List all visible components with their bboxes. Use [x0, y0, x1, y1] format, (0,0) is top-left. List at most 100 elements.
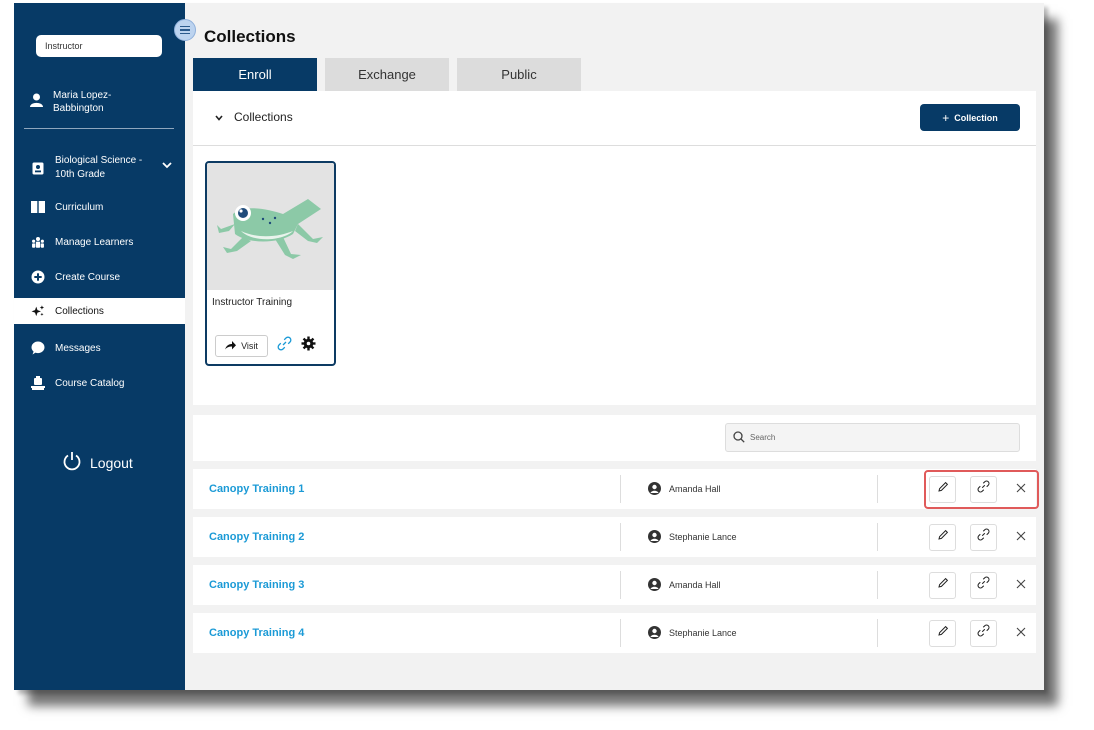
collection-name-link[interactable]: Canopy Training 4	[209, 627, 304, 639]
search-input[interactable]: Search	[725, 423, 1020, 452]
collections-panel: Collections + Collection Instructor Trai…	[193, 91, 1036, 405]
app-window: Instructor Maria Lopez- Babbington Biolo…	[14, 3, 1044, 690]
sidebar-item-create-course[interactable]: Create Course	[14, 267, 185, 287]
sidebar-item-label: Manage Learners	[55, 236, 134, 248]
edit-button[interactable]	[929, 571, 956, 599]
add-collection-label: Collection	[954, 112, 998, 123]
chevron-down-icon	[215, 110, 223, 124]
user-profile[interactable]: Maria Lopez- Babbington	[30, 89, 111, 115]
column-divider	[877, 619, 878, 647]
user-icon	[30, 93, 43, 111]
link-icon[interactable]	[277, 336, 292, 356]
sidebar-item-label: Create Course	[55, 271, 121, 283]
logout-button[interactable]: Logout	[62, 451, 133, 474]
sidebar-item-label: Collections	[55, 305, 104, 317]
collection-name-link[interactable]: Canopy Training 3	[209, 579, 304, 591]
owner-name: Stephanie Lance	[669, 532, 737, 542]
tab-exchange[interactable]: Exchange	[325, 58, 449, 91]
column-divider	[877, 571, 878, 599]
edit-button[interactable]	[929, 523, 956, 551]
chat-bubble-icon	[31, 341, 45, 355]
course-selector[interactable]: Biological Science - 10th Grade	[14, 153, 185, 183]
close-icon	[1016, 576, 1026, 594]
column-divider	[877, 523, 878, 551]
owner: Amanda Hall	[648, 481, 721, 497]
logout-label: Logout	[90, 454, 133, 471]
plus-icon: +	[942, 110, 950, 125]
pencil-icon	[937, 576, 949, 594]
book-icon	[31, 200, 45, 214]
close-icon	[1016, 624, 1026, 642]
users-icon	[31, 235, 45, 249]
sidebar-item-manage-learners[interactable]: Manage Learners	[14, 232, 185, 252]
user-name-line-1: Maria Lopez-	[53, 90, 112, 101]
sidebar-item-label: Curriculum	[55, 201, 104, 213]
link-icon	[977, 576, 990, 594]
sidebar-item-course-catalog[interactable]: Course Catalog	[14, 373, 185, 393]
gear-icon[interactable]	[301, 336, 316, 356]
menu-icon-bar	[180, 32, 190, 35]
copy-link-button[interactable]	[970, 571, 997, 599]
role-select[interactable]: Instructor	[36, 35, 162, 57]
sidebar-item-curriculum[interactable]: Curriculum	[14, 197, 185, 217]
section-label: Collections	[234, 110, 293, 124]
frog-image	[207, 163, 334, 290]
tab-enroll[interactable]: Enroll	[193, 58, 317, 91]
user-circle-icon	[648, 577, 661, 593]
delete-button[interactable]	[1011, 523, 1031, 551]
sidebar-toggle-button[interactable]	[174, 19, 196, 41]
link-icon	[977, 624, 990, 642]
main-content: Collections Enroll Exchange Public Colle…	[185, 3, 1044, 690]
user-circle-icon	[648, 625, 661, 641]
collection-card[interactable]: Instructor Training Visit	[205, 161, 336, 366]
pencil-icon	[937, 624, 949, 642]
owner-name: Stephanie Lance	[669, 628, 737, 638]
search-bar: Search	[193, 415, 1036, 461]
table-row: Canopy Training 1 Amanda Hall	[193, 469, 1036, 509]
delete-button[interactable]	[1011, 619, 1031, 647]
edit-button[interactable]	[929, 619, 956, 647]
link-icon	[977, 528, 990, 546]
action-buttons-highlight	[924, 470, 1039, 509]
course-name-line-2: 10th Grade	[55, 169, 106, 180]
column-divider	[620, 571, 621, 599]
sidebar-divider	[24, 128, 174, 129]
delete-button[interactable]	[1011, 571, 1031, 599]
sidebar-item-label: Messages	[55, 342, 101, 354]
pencil-icon	[937, 528, 949, 546]
column-divider	[620, 619, 621, 647]
sidebar-item-messages[interactable]: Messages	[14, 338, 185, 358]
search-icon	[733, 430, 745, 445]
panel-header: Collections + Collection	[193, 91, 1036, 146]
table-row: Canopy Training 3 Amanda Hall	[193, 565, 1036, 605]
user-circle-icon	[648, 529, 661, 545]
plus-circle-icon	[31, 270, 45, 284]
card-actions: Visit	[215, 335, 316, 357]
owner-name: Amanda Hall	[669, 580, 721, 590]
table-row: Canopy Training 2 Stephanie Lance	[193, 517, 1036, 557]
power-icon	[62, 451, 82, 474]
card-title: Instructor Training	[212, 297, 293, 308]
collection-name-link[interactable]: Canopy Training 1	[209, 483, 304, 495]
column-divider	[620, 475, 621, 503]
add-collection-button[interactable]: + Collection	[920, 104, 1020, 131]
table-row: Canopy Training 4 Stephanie Lance	[193, 613, 1036, 653]
share-arrow-icon	[225, 340, 237, 352]
close-icon	[1016, 528, 1026, 546]
sidebar: Instructor Maria Lopez- Babbington Biolo…	[14, 3, 185, 690]
collection-name-link[interactable]: Canopy Training 2	[209, 531, 304, 543]
copy-link-button[interactable]	[970, 619, 997, 647]
collections-collapse-toggle[interactable]: Collections	[215, 110, 293, 124]
course-name-line-1: Biological Science -	[55, 155, 143, 166]
search-placeholder: Search	[750, 433, 776, 442]
owner: Stephanie Lance	[648, 625, 737, 641]
catalog-icon	[31, 376, 45, 390]
chevron-down-icon[interactable]	[162, 161, 172, 172]
owner: Stephanie Lance	[648, 529, 737, 545]
visit-button[interactable]: Visit	[215, 335, 268, 357]
copy-link-button[interactable]	[970, 523, 997, 551]
sparkle-icon	[31, 304, 45, 318]
menu-icon-bar	[180, 25, 190, 28]
tab-public[interactable]: Public	[457, 58, 581, 91]
sidebar-item-collections[interactable]: Collections	[14, 298, 185, 324]
